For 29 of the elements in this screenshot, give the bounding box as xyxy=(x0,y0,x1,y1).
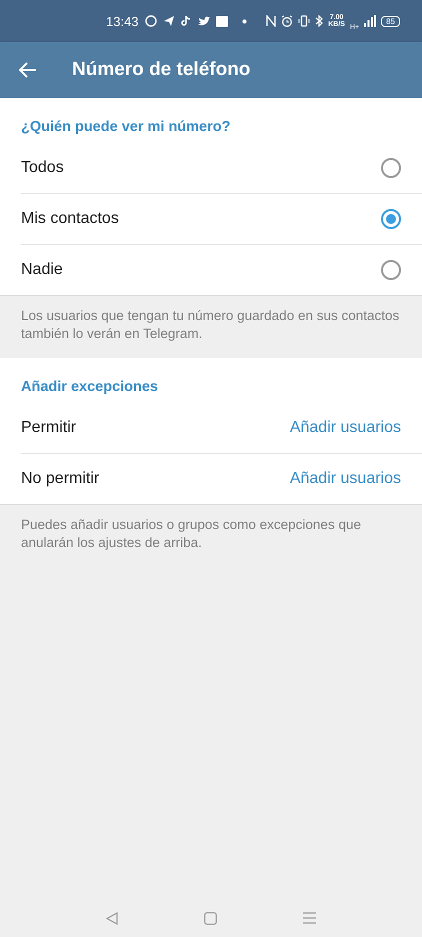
menu-icon[interactable] xyxy=(303,912,316,924)
nfc-icon xyxy=(266,15,276,27)
alarm-icon xyxy=(281,15,294,27)
battery-level: 85 xyxy=(381,16,400,26)
dot-icon xyxy=(242,18,247,24)
section-heading: Añadir excepciones xyxy=(20,378,159,397)
radio-button[interactable] xyxy=(381,209,401,229)
screen-title: Número de teléfono xyxy=(72,59,250,81)
radio-button[interactable] xyxy=(381,158,401,178)
option-label[interactable]: Nadie xyxy=(21,261,63,279)
option-label[interactable]: Todos xyxy=(21,159,64,177)
signal-icon xyxy=(364,15,376,27)
back-icon[interactable] xyxy=(106,912,118,925)
home-icon[interactable] xyxy=(204,912,217,925)
bluetooth-icon xyxy=(315,15,324,27)
option-label[interactable]: Mis contactos xyxy=(21,210,119,228)
paper-plane-icon xyxy=(162,15,175,27)
add-users-link[interactable]: Añadir usuarios xyxy=(290,419,401,437)
bird-icon xyxy=(196,16,210,26)
add-users-link[interactable]: Añadir usuarios xyxy=(290,470,401,488)
section-heading: ¿Quién puede ver mi número? xyxy=(20,118,232,137)
back-arrow-icon[interactable] xyxy=(19,62,37,78)
music-note-icon xyxy=(180,15,191,27)
info-note: Puedes añadir usuarios o grupos como excepciones que anularán los ajustes de arriba. xyxy=(0,504,422,567)
row-label: No permitir xyxy=(21,470,100,488)
clock-time: 13:43 xyxy=(106,14,139,28)
radio-button[interactable] xyxy=(381,260,401,280)
row-label: Permitir xyxy=(21,419,76,437)
vibrate-icon xyxy=(298,15,310,27)
